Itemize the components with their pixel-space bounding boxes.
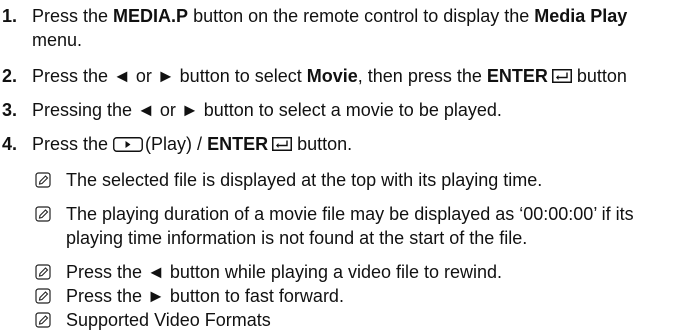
step-text-part: Press the <box>32 6 114 26</box>
step-text: Press the (Play) / ENTER button. <box>32 132 678 156</box>
note-icon <box>35 206 51 222</box>
step-text-part: button. <box>292 134 353 154</box>
note-icon <box>35 264 51 280</box>
step-text-part: menu. <box>32 30 83 50</box>
menu-item-name: Movie <box>306 66 358 86</box>
step-number: 1. <box>2 6 18 26</box>
button-name: MEDIA.P <box>113 6 189 26</box>
button-name: ENTER <box>207 134 269 154</box>
step-text-part: button on the remote control to display … <box>188 6 535 26</box>
step-text-part: Press the <box>32 134 114 154</box>
step-number: 4. <box>2 134 18 154</box>
note-icon <box>35 312 51 328</box>
step-text-part: button <box>571 66 627 86</box>
step-text-part: , then press the <box>357 66 487 86</box>
note-text-line: The playing duration of a movie file may… <box>66 204 634 224</box>
button-name: ENTER <box>486 66 548 86</box>
note-icon <box>35 172 51 188</box>
step-number: 3. <box>2 100 18 120</box>
note-text: The selected file is displayed at the to… <box>66 170 543 190</box>
step-text-part: Press the ◄ or ► button to select <box>32 66 307 86</box>
step-text: Pressing the ◄ or ► button to select a m… <box>32 100 502 120</box>
play-button-icon <box>113 137 143 152</box>
step-text: Press the MEDIA.P button on the remote c… <box>32 4 678 52</box>
note-text: Press the ► button to fast forward. <box>66 286 344 306</box>
note-text: The playing duration of a movie file may… <box>66 202 678 250</box>
note-text: Supported Video Formats <box>66 310 271 330</box>
note-text-line: playing time information is not found at… <box>66 228 528 248</box>
note-icon <box>35 288 51 304</box>
note-text: Press the ◄ button while playing a video… <box>66 262 503 282</box>
enter-icon <box>551 69 572 83</box>
menu-name: Media Play <box>534 6 628 26</box>
step-number: 2. <box>2 66 18 86</box>
enter-icon <box>272 137 293 151</box>
step-text: Press the ◄ or ► button to select Movie,… <box>32 64 678 88</box>
step-text-part: (Play) / <box>145 134 208 154</box>
